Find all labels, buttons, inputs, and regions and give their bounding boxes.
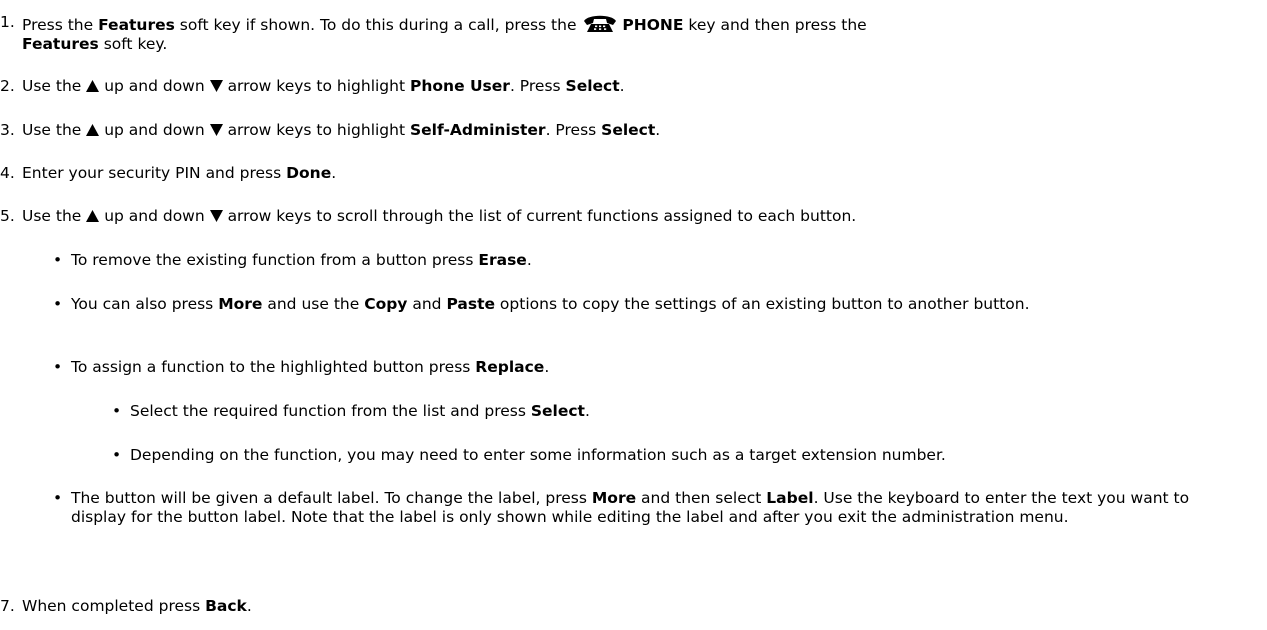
bold-term: Features [22,35,99,53]
step-text: Press the Features soft key if shown. To… [22,13,1259,54]
bold-term: Replace [475,358,545,376]
up-arrow-icon [86,210,100,222]
bullet-text: You can also press More and use the Copy… [71,295,1219,314]
text: . Press [545,121,602,139]
text: up and down [104,77,210,95]
up-arrow-icon [86,80,100,92]
step-text: When completed press Back. [22,597,1259,616]
bold-term: Features [98,16,175,34]
step-number: 5. [0,207,15,225]
bold-term: More [218,295,263,313]
text: arrow keys to scroll through the list of… [227,207,857,225]
up-arrow-icon [86,124,100,136]
text: up and down [104,207,210,225]
text: . [246,597,252,615]
text: Press the [22,16,99,34]
bold-term: PHONE [622,16,684,34]
bullet-marker: • [112,446,122,464]
step-number: 3. [0,121,15,139]
bold-term: Done [286,164,332,182]
bullet-marker: • [53,489,63,507]
text: . [544,358,550,376]
bullet-marker: • [53,358,63,376]
text: and use the [262,295,365,313]
text: key and then press the [683,16,867,34]
bold-term: Phone User [409,77,510,95]
step-number: 7. [0,597,15,615]
text: . [331,164,337,182]
text: soft key if shown. To do this during a c… [174,16,582,34]
text: The button will be given a default label… [71,489,592,507]
down-arrow-icon [209,124,223,136]
text: soft key. [98,35,168,53]
bold-term: Erase [478,251,527,269]
text: . Press [509,77,566,95]
bullet-marker: • [53,295,63,313]
text: Use the [22,77,87,95]
text: To assign a function to the highlighted … [71,358,476,376]
bullet-text: Select the required function from the li… [130,402,1259,421]
step-text: Use the up and down arrow keys to scroll… [22,207,1259,226]
bold-term: Copy [364,295,408,313]
bold-term: More [591,489,637,507]
text: When completed press [22,597,206,615]
text: arrow keys to highlight [227,77,410,95]
bold-term: Paste [446,295,495,313]
bold-term: Select [530,402,585,420]
phone-icon [584,15,617,32]
text: Enter your security PIN and press [22,164,287,182]
step-text: Enter your security PIN and press Done. [22,164,1259,183]
instructions-document: 1. Press the Features soft key if shown.… [0,0,1267,630]
text: and [407,295,447,313]
bullet-marker: • [112,402,122,420]
text: . [584,402,590,420]
text: options to copy the settings of an exist… [495,295,1030,313]
text: arrow keys to highlight [227,121,410,139]
step-text: Use the up and down arrow keys to highli… [22,77,1259,96]
bold-term: Label [766,489,814,507]
text: up and down [104,121,210,139]
down-arrow-icon [209,80,223,92]
text: To remove the existing function from a b… [71,251,479,269]
text: Use the [22,207,87,225]
bullet-marker: • [53,251,63,269]
step-number: 2. [0,77,15,95]
text: Select the required function from the li… [130,402,531,420]
bold-term: Select [601,121,656,139]
bullet-text: To remove the existing function from a b… [71,251,1259,270]
text: . [526,251,532,269]
text: Depending on the function, you may need … [130,446,946,464]
step-number: 1. [0,13,15,31]
text: and then select [636,489,767,507]
down-arrow-icon [209,210,223,222]
step-text: Use the up and down arrow keys to highli… [22,121,1259,140]
bullet-text: Depending on the function, you may need … [130,446,1267,465]
text: Use the [22,121,87,139]
text: . [619,77,625,95]
step-number: 4. [0,164,15,182]
text: . [655,121,661,139]
bullet-text: The button will be given a default label… [71,489,1219,527]
bold-term: Select [565,77,620,95]
bold-term: Back [205,597,247,615]
bold-term: Self-Administer [409,121,546,139]
bullet-text: To assign a function to the highlighted … [71,358,1259,377]
text: You can also press [71,295,219,313]
